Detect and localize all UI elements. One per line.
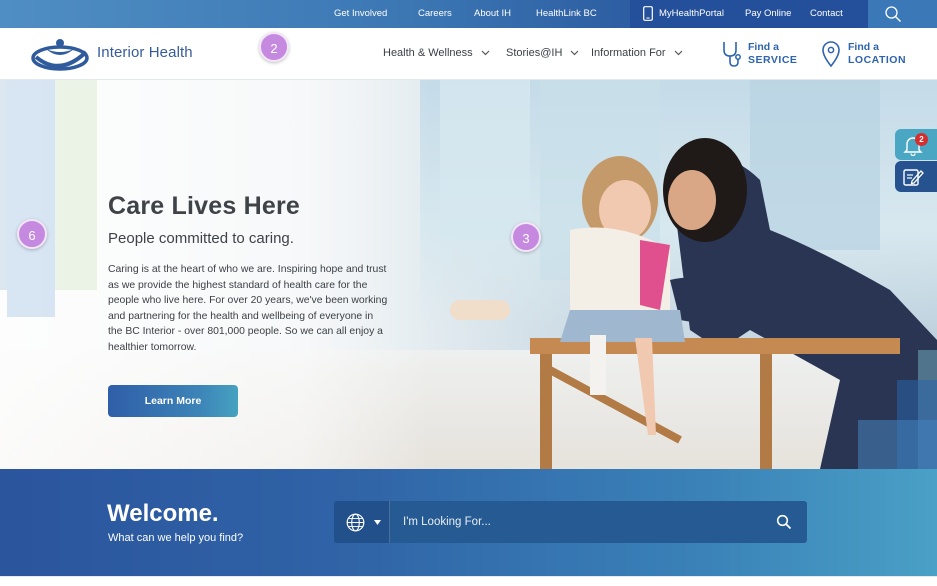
link-contact[interactable]: Contact (810, 8, 843, 19)
nav-stories-ih[interactable]: Stories@IH (506, 47, 579, 59)
find-service-line1: Find a (748, 41, 779, 53)
welcome-subtitle: What can we help you find? (108, 532, 244, 544)
link-about-ih[interactable]: About IH (474, 8, 511, 19)
find-a-location-button[interactable]: Find a LOCATION (820, 40, 907, 70)
globe-icon (346, 513, 365, 532)
interior-health-logo-icon[interactable] (30, 37, 90, 73)
nav-label: Stories@IH (506, 47, 563, 59)
nav-label: Health & Wellness (383, 47, 473, 59)
link-careers[interactable]: Careers (418, 8, 452, 19)
link-myhealthportal[interactable]: MyHealthPortal (659, 8, 724, 19)
find-location-line1: Find a (848, 41, 879, 53)
find-service-line2: SERVICE (748, 54, 798, 66)
hero-body-text: Caring is at the heart of who we are. In… (108, 264, 388, 353)
nav-health-wellness[interactable]: Health & Wellness (383, 47, 490, 59)
hero-banner: Care Lives Here People committed to cari… (0, 80, 937, 469)
hero-title: Care Lives Here (108, 192, 301, 220)
nav-information-for[interactable]: Information For (591, 47, 683, 59)
hero-photo (440, 80, 937, 469)
welcome-title: Welcome. (107, 500, 219, 527)
logo-text[interactable]: Interior Health (97, 44, 193, 61)
hero-subtitle: People committed to caring. (108, 230, 294, 247)
link-pay-online[interactable]: Pay Online (745, 8, 791, 19)
main-navigation: Interior Health Health & Wellness Storie… (0, 28, 937, 80)
deco-block (858, 420, 937, 469)
notifications-tab[interactable] (895, 129, 937, 160)
notification-count-badge: 2 (915, 133, 928, 146)
page-footer-edge (0, 576, 937, 586)
utility-bar: Get Involved Careers About IH HealthLink… (0, 0, 937, 28)
deco-strip (0, 80, 7, 290)
caret-down-icon (374, 520, 381, 525)
find-a-service-button[interactable]: Find a SERVICE (720, 40, 800, 70)
learn-more-button[interactable]: Learn More (108, 385, 238, 417)
search-input[interactable] (391, 501, 771, 543)
phone-icon (643, 6, 653, 21)
search-icon[interactable] (884, 5, 902, 23)
feedback-pencil-icon (903, 169, 924, 186)
nav-label: Information For (591, 47, 666, 59)
link-healthlink-bc[interactable]: HealthLink BC (536, 8, 597, 19)
find-location-line2: LOCATION (848, 54, 907, 66)
deco-strip (55, 80, 97, 290)
site-search-box (334, 501, 807, 543)
link-get-involved[interactable]: Get Involved (334, 8, 387, 19)
map-pin-icon (822, 41, 840, 68)
deco-strip (7, 80, 55, 317)
stethoscope-icon (723, 42, 741, 67)
search-icon[interactable] (776, 514, 792, 530)
marker-2[interactable]: 2 (259, 32, 289, 62)
chevron-down-icon (674, 50, 683, 56)
marker-6[interactable]: 6 (17, 219, 47, 249)
welcome-band: Welcome. What can we help you find? (0, 469, 937, 576)
language-selector[interactable] (334, 501, 390, 543)
chevron-down-icon (481, 50, 490, 56)
top-search-zone[interactable] (868, 0, 937, 28)
marker-3[interactable]: 3 (511, 222, 541, 252)
chevron-down-icon (571, 50, 579, 56)
feedback-tab[interactable] (895, 161, 937, 192)
